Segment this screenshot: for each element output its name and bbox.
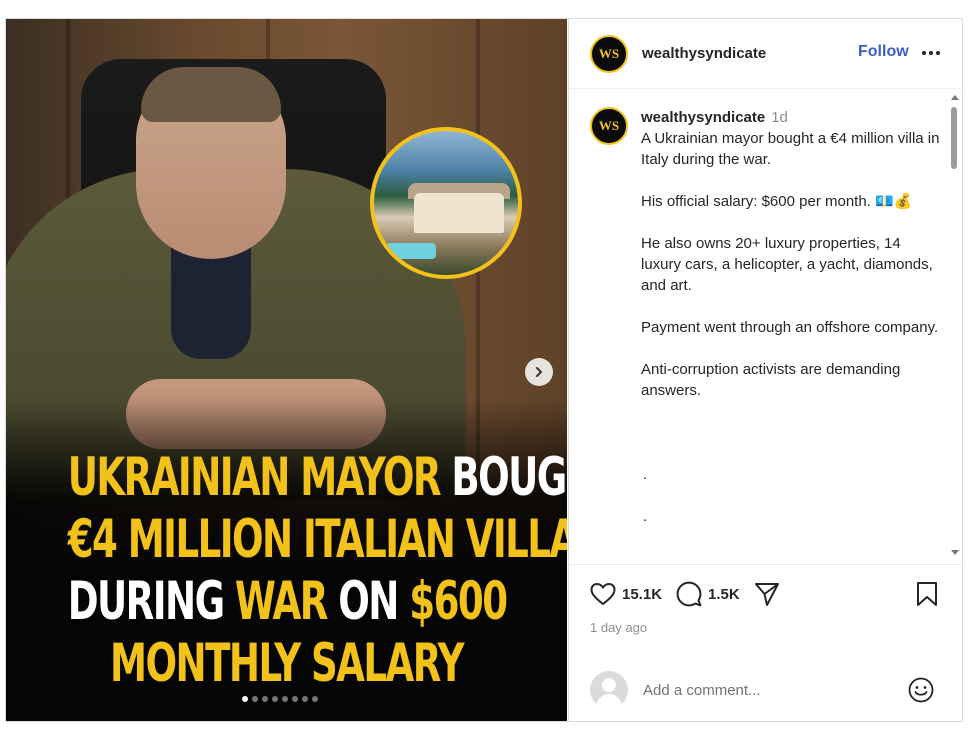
carousel-dot[interactable] (262, 696, 268, 702)
headline-line: €4 MILLION ITALIAN VILLA (68, 509, 567, 571)
headline-segment: BOUGHT (451, 447, 567, 508)
headline-line: UKRAINIAN MAYOR BOUGHT (67, 447, 567, 509)
caption-scrollbar[interactable] (949, 91, 961, 563)
comment-bar (569, 659, 963, 721)
post-headline: UKRAINIAN MAYOR BOUGHT€4 MILLION ITALIAN… (6, 447, 567, 695)
send-icon (754, 583, 779, 606)
action-row: 15.1K 1.5K (590, 581, 780, 607)
carousel-dot[interactable] (312, 696, 318, 702)
headline-line: DURING WAR ON $600 (67, 571, 508, 633)
caption-text: wealthysyndicate 1d A Ukrainian mayor bou… (641, 107, 941, 527)
user-avatar (590, 671, 628, 709)
carousel-next-button[interactable] (525, 358, 553, 386)
carousel-dots (242, 696, 318, 702)
caption-avatar[interactable]: WS (590, 107, 628, 145)
likes-count[interactable]: 15.1K (622, 586, 662, 603)
caption-time[interactable]: 1d (771, 109, 788, 126)
caption-paragraph: Anti-corruption activists are demanding … (641, 361, 901, 399)
carousel-dot[interactable] (272, 696, 278, 702)
carousel-dot[interactable] (242, 696, 248, 702)
comment-icon (676, 581, 702, 607)
comment-button[interactable] (676, 581, 702, 607)
follow-button[interactable]: Follow (858, 43, 909, 61)
account-username[interactable]: wealthysyndicate (642, 45, 766, 62)
scrollbar-thumb[interactable] (951, 107, 957, 169)
caption-body: A Ukrainian mayor bought a €4 million vi… (641, 128, 941, 527)
caption-paragraph: A Ukrainian mayor bought a €4 million vi… (641, 130, 940, 168)
avatar-initials: WS (598, 118, 620, 133)
carousel-dot[interactable] (282, 696, 288, 702)
caption: WS wealthysyndicate 1d A Ukrainian mayor … (590, 107, 941, 527)
caption-dot: . (643, 466, 648, 483)
account-avatar[interactable]: WS (590, 34, 628, 73)
villa-building (414, 193, 504, 233)
caption-paragraph: Payment went through an offshore company… (641, 319, 939, 336)
scroll-down-arrow-icon[interactable] (951, 550, 959, 555)
post-modal: UKRAINIAN MAYOR BOUGHT€4 MILLION ITALIAN… (5, 18, 963, 722)
headline-segment: WAR (234, 571, 339, 632)
headline-segment: $600 (409, 571, 508, 632)
heart-icon (590, 583, 616, 605)
headline-segment: ON (338, 571, 410, 632)
headline-segment: €4 MILLION ITALIAN VILLA (67, 509, 567, 570)
carousel-dot[interactable] (252, 696, 258, 702)
like-button[interactable] (590, 582, 616, 606)
post-timestamp[interactable]: 1 day ago (590, 620, 647, 635)
post-sidebar: WS wealthysyndicate Follow WS wealthysyn… (568, 19, 963, 721)
carousel-dot[interactable] (302, 696, 308, 702)
caption-paragraph: He also owns 20+ luxury properties, 14 l… (641, 235, 933, 294)
bookmark-icon (917, 582, 937, 606)
caption-username[interactable]: wealthysyndicate (641, 109, 765, 126)
caption-paragraph: His official salary: $600 per month. 💶💰 (641, 193, 913, 210)
headline-segment: DURING (67, 571, 235, 632)
share-button[interactable] (754, 581, 780, 607)
villa-pool (386, 243, 436, 259)
headline-segment: UKRAINIAN MAYOR (67, 447, 452, 508)
villa-inset-image (370, 127, 522, 279)
person-hair (141, 67, 281, 122)
post-header: WS wealthysyndicate Follow (569, 19, 963, 89)
scroll-up-arrow-icon[interactable] (951, 95, 959, 100)
save-button[interactable] (916, 581, 938, 610)
headline-line: MONTHLY SALARY (68, 633, 506, 695)
avatar-initials: WS (598, 45, 620, 61)
comment-input[interactable] (643, 681, 893, 699)
caption-scroll-area[interactable]: WS wealthysyndicate 1d A Ukrainian mayor … (569, 91, 963, 563)
more-options-icon[interactable] (919, 41, 943, 65)
caption-dot: . (643, 508, 648, 525)
comments-count[interactable]: 1.5K (708, 586, 740, 603)
headline-segment: MONTHLY SALARY (110, 633, 464, 694)
smiley-icon (908, 677, 934, 703)
post-image[interactable]: UKRAINIAN MAYOR BOUGHT€4 MILLION ITALIAN… (6, 19, 567, 721)
carousel-dot[interactable] (292, 696, 298, 702)
emoji-button[interactable] (908, 677, 934, 706)
chevron-right-icon (536, 367, 543, 377)
